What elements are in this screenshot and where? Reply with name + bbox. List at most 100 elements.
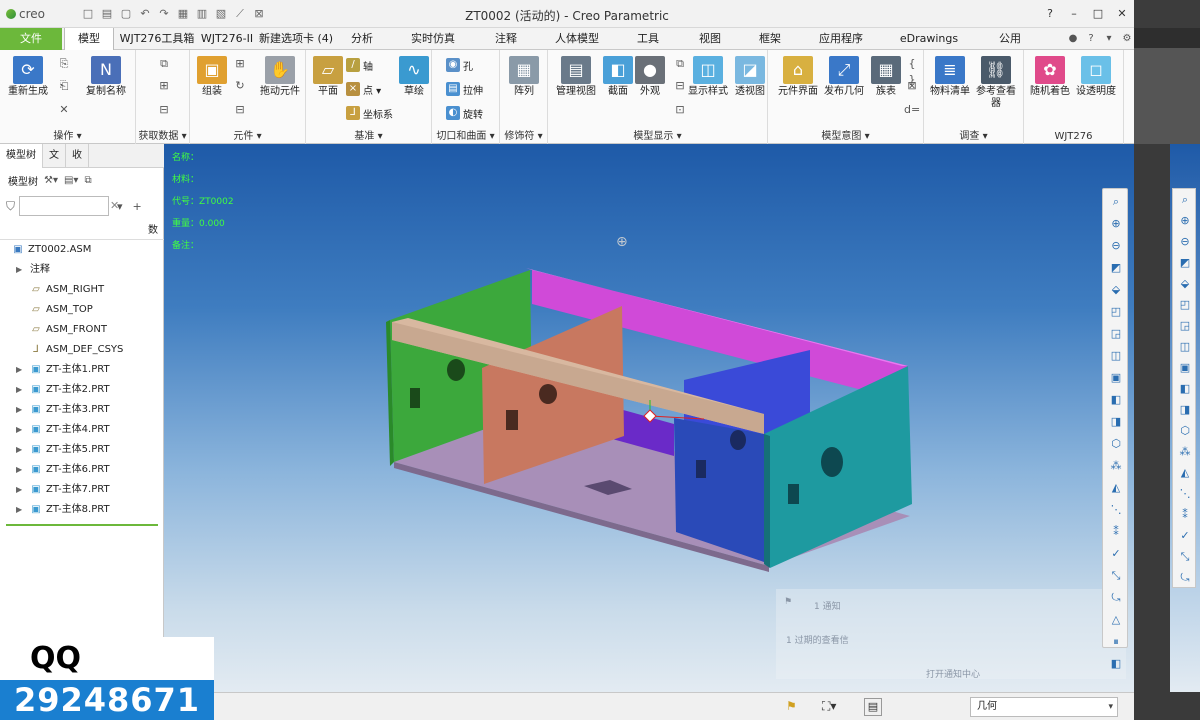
ribbon-tab[interactable]: 工具 — [628, 28, 668, 50]
tree-root[interactable]: ▣ ZT0002.ASM — [0, 240, 164, 260]
ribbon-group-label[interactable]: 修饰符 ▾ — [500, 127, 547, 142]
ribbon-tab[interactable]: 新建选项卡 (4) — [258, 28, 334, 50]
ribbon-mini-icon[interactable]: ⊟ — [672, 78, 688, 94]
view-tool-icon[interactable]: ⤡ — [1107, 567, 1125, 585]
ribbon-group-label[interactable]: 模型意图 ▾ — [768, 127, 923, 142]
tree-item[interactable]: ▶ ▣ ZT-主体1.PRT — [0, 360, 164, 380]
clear-icon[interactable]: ✕ — [110, 199, 119, 212]
view-tool-icon[interactable]: ⏸ — [1107, 633, 1125, 651]
ribbon-mini-icon[interactable]: ✕ — [56, 102, 72, 118]
window-control-button[interactable]: – — [1062, 4, 1086, 24]
quick-access-icon[interactable]: ▦ — [175, 6, 191, 22]
tree-item[interactable]: ⅃ ASM_DEF_CSYS — [0, 340, 164, 360]
ribbon-button[interactable]: ⌂ 元件界面 — [776, 56, 820, 98]
ribbon-button[interactable]: ▤ 管理视图 — [554, 56, 598, 98]
ribbon-mini-icon[interactable]: ⧉ — [156, 56, 172, 72]
tree-item[interactable]: ▶ ▣ ZT-主体4.PRT — [0, 420, 164, 440]
ribbon-button[interactable]: ⤢ 发布几何 — [822, 56, 866, 98]
ribbon-button[interactable]: ◪ 透视图 — [728, 56, 772, 98]
tree-item[interactable]: ▶ ▣ ZT-主体6.PRT — [0, 460, 164, 480]
ribbon-mini-icon[interactable]: ⊟ — [156, 102, 172, 118]
ribbon-button[interactable]: N 复制名称 — [84, 56, 128, 98]
ribbon-mini-icon[interactable]: d= — [904, 102, 920, 118]
ribbon-mini-icon[interactable]: { } — [904, 56, 920, 86]
ribbon-button[interactable]: ◫ 显示样式 — [686, 56, 730, 98]
tree-item[interactable]: ▶ ▣ ZT-主体8.PRT — [0, 500, 164, 520]
selection-icon[interactable]: ▤ — [864, 698, 882, 716]
tree-item[interactable]: ▱ ASM_RIGHT — [0, 280, 164, 300]
ribbon-tab[interactable]: 注释 — [486, 28, 526, 50]
ribbon-button[interactable]: ⟳ 重新生成 — [6, 56, 50, 98]
quick-access-icon[interactable]: ▧ — [213, 6, 229, 22]
ribbon-tab[interactable]: 应用程序 — [812, 28, 870, 50]
ribbon-tab[interactable]: 人体模型 — [548, 28, 606, 50]
view-tool-icon[interactable]: ⊖ — [1107, 237, 1125, 255]
ribbon-small-button[interactable]: × 点 ▾ — [346, 80, 381, 98]
ribbon-tab[interactable]: 文件 — [0, 28, 62, 50]
graphics-window[interactable]: 名称： 材料： 代号：ZT0002 重量：0.000 备注： ⊕ ⚑ 1 通知 … — [164, 144, 1134, 692]
ribbon-group-label[interactable]: 元件 ▾ — [190, 127, 305, 142]
view-tool-icon[interactable]: ▣ — [1107, 369, 1125, 387]
ribbon-tab[interactable]: eDrawings — [894, 28, 964, 50]
view-tool-icon[interactable]: ⤿ — [1107, 589, 1125, 607]
ribbon-group-label[interactable]: 调查 ▾ — [924, 127, 1023, 142]
status-flag-icon[interactable]: ⚑ — [786, 699, 797, 713]
ribbon-mini-icon[interactable]: ⎗ — [56, 78, 72, 94]
ribbon-small-button[interactable]: ◉ 孔 — [446, 56, 473, 74]
panel-tab[interactable]: 文 — [43, 144, 66, 168]
view-tool-icon[interactable]: ⁑ — [1107, 523, 1125, 541]
ribbon-mini-icon[interactable]: ⊞ — [156, 78, 172, 94]
tree-item[interactable]: ▶ ▣ ZT-主体5.PRT — [0, 440, 164, 460]
tree-item[interactable]: ▶ ▣ ZT-主体7.PRT — [0, 480, 164, 500]
ribbon-tab[interactable]: 分析 — [342, 28, 382, 50]
view-tool-icon[interactable]: ◧ — [1107, 655, 1125, 673]
tree-item[interactable]: ▶ ▣ ZT-主体2.PRT — [0, 380, 164, 400]
tree-search-input[interactable] — [19, 196, 110, 216]
ribbon-mini-icon[interactable]: ⊠ — [904, 78, 920, 94]
view-tool-icon[interactable]: ◰ — [1107, 303, 1125, 321]
quick-access-icon[interactable]: ⟋ — [232, 6, 248, 22]
expand-arrow-icon[interactable]: ▶ — [16, 420, 22, 440]
tree-settings-icon[interactable]: ⚒▾ — [44, 175, 58, 186]
tree-item[interactable]: ▱ ASM_TOP — [0, 300, 164, 320]
notification-panel[interactable]: ⚑ 1 通知 1 过期的查看信 打开通知中心 — [776, 589, 1126, 680]
view-tool-icon[interactable]: ◭ — [1107, 479, 1125, 497]
panel-tab[interactable]: 模型树 — [0, 144, 43, 168]
tree-columns-icon[interactable]: ▤▾ — [64, 175, 78, 186]
expand-arrow-icon[interactable]: ▶ — [16, 480, 22, 500]
view-tool-icon[interactable]: ⬙ — [1107, 281, 1125, 299]
ribbon-tab[interactable]: 公用 — [992, 28, 1028, 50]
view-tool-icon[interactable]: ⁂ — [1107, 457, 1125, 475]
expand-arrow-icon[interactable]: ▶ — [16, 260, 22, 280]
binoculars-icon[interactable]: ⛶▾ — [822, 699, 836, 714]
selection-filter[interactable]: 几何 ▾ — [970, 697, 1118, 717]
view-tool-icon[interactable]: △ — [1107, 611, 1125, 629]
add-icon[interactable]: + — [133, 200, 142, 213]
ribbon-mini-icon[interactable]: ⧉ — [672, 56, 688, 72]
ribbon-tab[interactable]: WJT276-II — [198, 28, 256, 50]
ribbon-button[interactable]: ▦ 阵列 — [502, 56, 546, 98]
ribbon-button[interactable]: ✋ 拖动元件 — [258, 56, 302, 98]
ribbon-group-label[interactable]: 操作 ▾ — [0, 127, 135, 142]
ribbon-button[interactable]: ∿ 草绘 — [392, 56, 436, 98]
ribbon-button[interactable]: ▣ 组装 — [190, 56, 234, 98]
ribbon-button[interactable]: ≣ 物料清单 — [928, 56, 972, 98]
ribbon-small-button[interactable]: ◐ 旋转 — [446, 104, 483, 122]
expand-arrow-icon[interactable]: ▶ — [16, 460, 22, 480]
view-tool-icon[interactable]: ◧ — [1107, 391, 1125, 409]
ribbon-button[interactable]: ▦ 族表 — [864, 56, 908, 98]
ribbon-small-button[interactable]: ⅃ 坐标系 — [346, 104, 393, 122]
quick-access-icon[interactable]: ▤ — [99, 6, 115, 22]
expand-arrow-icon[interactable]: ▶ — [16, 400, 22, 420]
ribbon-tab[interactable]: 视图 — [690, 28, 730, 50]
tree-filter-icon[interactable]: ⧉ — [84, 175, 91, 186]
view-tool-icon[interactable]: ⬡ — [1107, 435, 1125, 453]
ribbon-small-button[interactable]: ▤ 拉伸 — [446, 80, 483, 98]
ribbon-button[interactable]: ▱ 平面 — [306, 56, 350, 98]
quick-access-icon[interactable]: ↷ — [156, 6, 172, 22]
ribbon-group-label[interactable]: WJT276 — [1024, 131, 1123, 142]
ribbon-mini-icon[interactable]: ⊟ — [232, 102, 248, 118]
ribbon-button[interactable]: ● 外观 — [628, 56, 672, 98]
expand-arrow-icon[interactable]: ▶ — [16, 360, 22, 380]
view-tool-icon[interactable]: ◩ — [1107, 259, 1125, 277]
